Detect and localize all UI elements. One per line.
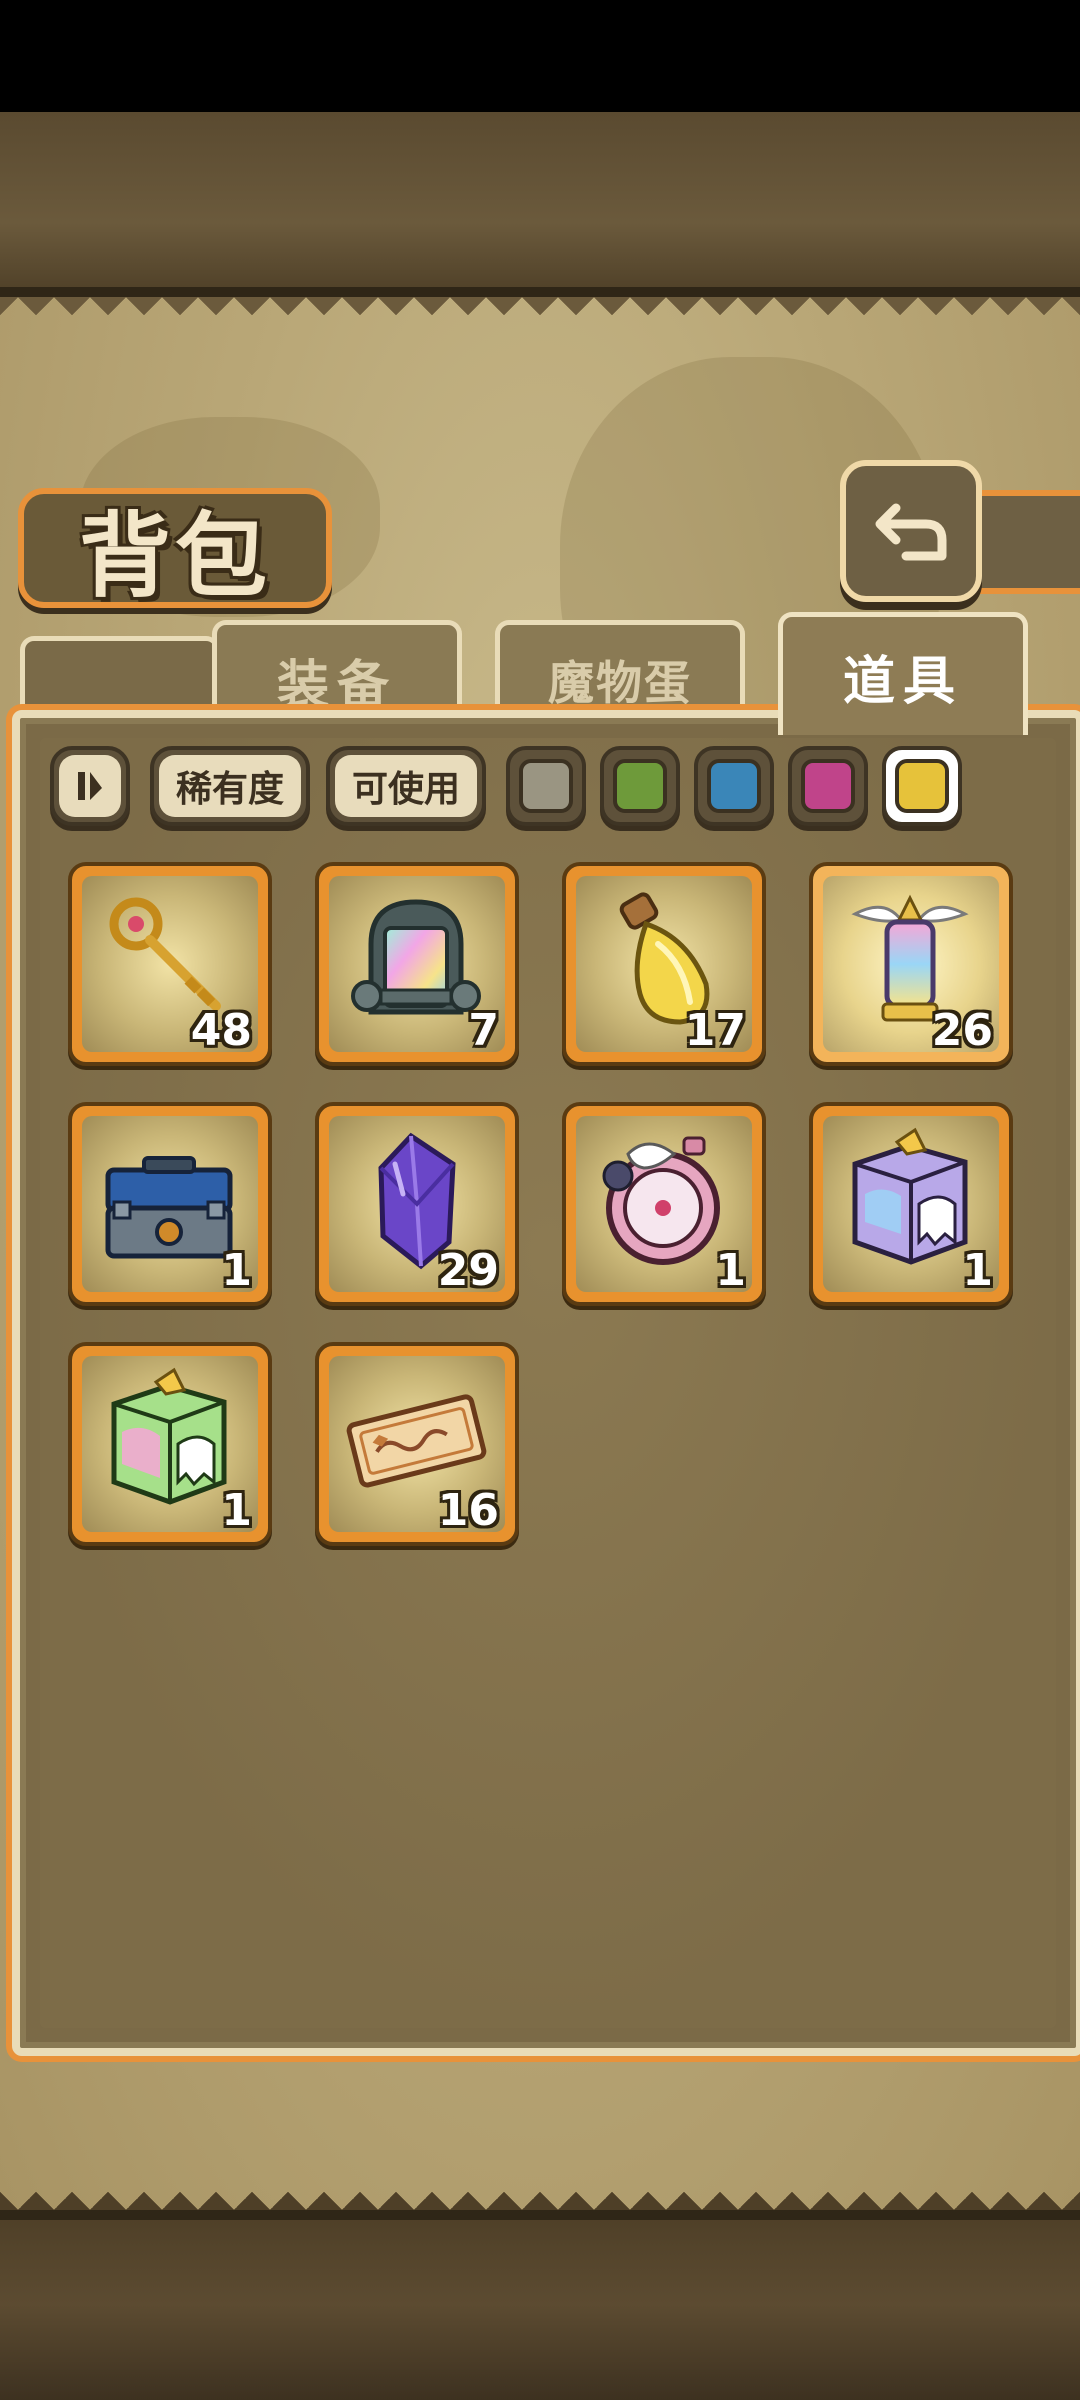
rarity-filter-label: 稀有度 [159, 755, 301, 817]
tab-items[interactable]: 道具 [778, 612, 1028, 735]
swatch-grey[interactable] [506, 746, 586, 826]
title-plate: 背包 [18, 488, 332, 610]
swatch-pink[interactable] [788, 746, 868, 826]
item-qty: 48 [190, 1005, 252, 1056]
item-qty: 1 [221, 1245, 252, 1296]
item-slot-pocket-watch[interactable]: 1 [562, 1102, 766, 1306]
back-arrow-icon [875, 503, 947, 561]
item-qty: 7 [468, 1005, 499, 1056]
item-slot-ticket[interactable]: 16 [315, 1342, 519, 1546]
item-qty: 17 [684, 1005, 746, 1056]
page-title: 背包 [78, 501, 271, 610]
swatch-chip [707, 759, 761, 813]
sort-order-button[interactable] [50, 746, 130, 826]
item-slot-yellow-potion[interactable]: 17 [562, 862, 766, 1066]
item-qty: 1 [221, 1485, 252, 1536]
status-bar [0, 0, 1080, 112]
item-qty: 29 [437, 1245, 499, 1296]
top-map-strip [0, 112, 1080, 297]
item-slot-ghost-box-green[interactable]: 1 [68, 1342, 272, 1546]
swatch-blue[interactable] [694, 746, 774, 826]
bottom-map-strip [0, 2210, 1080, 2400]
usable-filter-button[interactable]: 可使用 [326, 746, 486, 826]
swatch-chip [801, 759, 855, 813]
item-slot-ghost-box-purple[interactable]: 1 [809, 1102, 1013, 1306]
item-slot-toolbox[interactable]: 1 [68, 1102, 272, 1306]
usable-filter-label: 可使用 [335, 755, 477, 817]
item-qty: 26 [931, 1005, 993, 1056]
item-slot-golden-key[interactable]: 48 [68, 862, 272, 1066]
filter-row: 稀有度 可使用 [50, 746, 1050, 826]
swatch-yellow[interactable] [882, 746, 962, 826]
swatch-green[interactable] [600, 746, 680, 826]
swatch-chip [519, 759, 573, 813]
item-slot-purple-crystal[interactable]: 29 [315, 1102, 519, 1306]
item-slot-rainbow-capsule[interactable]: 7 [315, 862, 519, 1066]
back-bar [970, 490, 1080, 594]
sort-icon [78, 772, 102, 800]
swatch-chip [895, 759, 949, 813]
swatch-chip [613, 759, 667, 813]
item-qty: 16 [437, 1485, 499, 1536]
inventory-screen: 背包 装备 魔物蛋 道具 稀有度 可使用 48 7 17 26 1 29 1 1… [0, 0, 1080, 2400]
back-button[interactable] [840, 460, 982, 602]
item-slot-winged-lantern[interactable]: 26 [809, 862, 1013, 1066]
item-qty: 1 [715, 1245, 746, 1296]
item-qty: 1 [962, 1245, 993, 1296]
rarity-filter-button[interactable]: 稀有度 [150, 746, 310, 826]
